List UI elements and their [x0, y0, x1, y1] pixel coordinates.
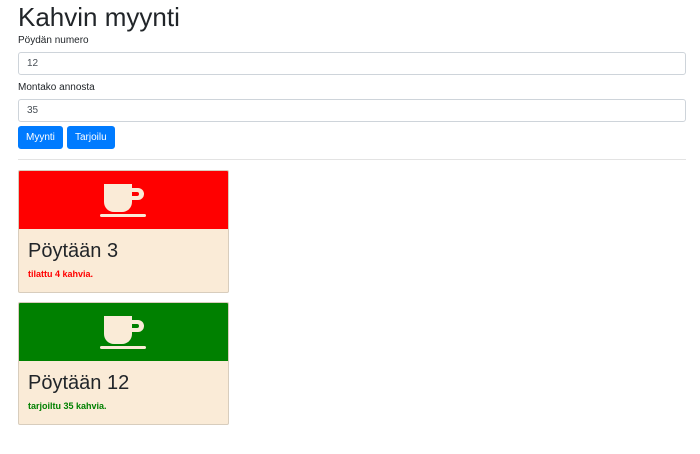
coffee-cup-icon: [99, 182, 148, 218]
page-title: Kahvin myynti: [18, 2, 180, 32]
portions-label: Montako annosta: [18, 82, 95, 93]
order-card: Pöytään 3 tilattu 4 kahvia.: [18, 170, 229, 293]
coffee-cup-icon: [99, 314, 148, 350]
card-header: [19, 303, 228, 361]
sell-button[interactable]: Myynti: [18, 126, 63, 149]
card-header: [19, 171, 228, 229]
portions-input[interactable]: [18, 99, 686, 122]
table-number-label: Pöydän numero: [18, 35, 89, 46]
card-title: Pöytään 3: [28, 240, 119, 262]
card-status-text: tarjoiltu 35 kahvia.: [28, 401, 107, 411]
serve-button[interactable]: Tarjoilu: [67, 126, 115, 149]
card-status-text: tilattu 4 kahvia.: [28, 269, 94, 279]
divider: [18, 159, 686, 160]
card-title: Pöytään 12: [28, 372, 130, 394]
order-card: Pöytään 12 tarjoiltu 35 kahvia.: [18, 302, 229, 425]
table-number-input[interactable]: [18, 52, 686, 75]
